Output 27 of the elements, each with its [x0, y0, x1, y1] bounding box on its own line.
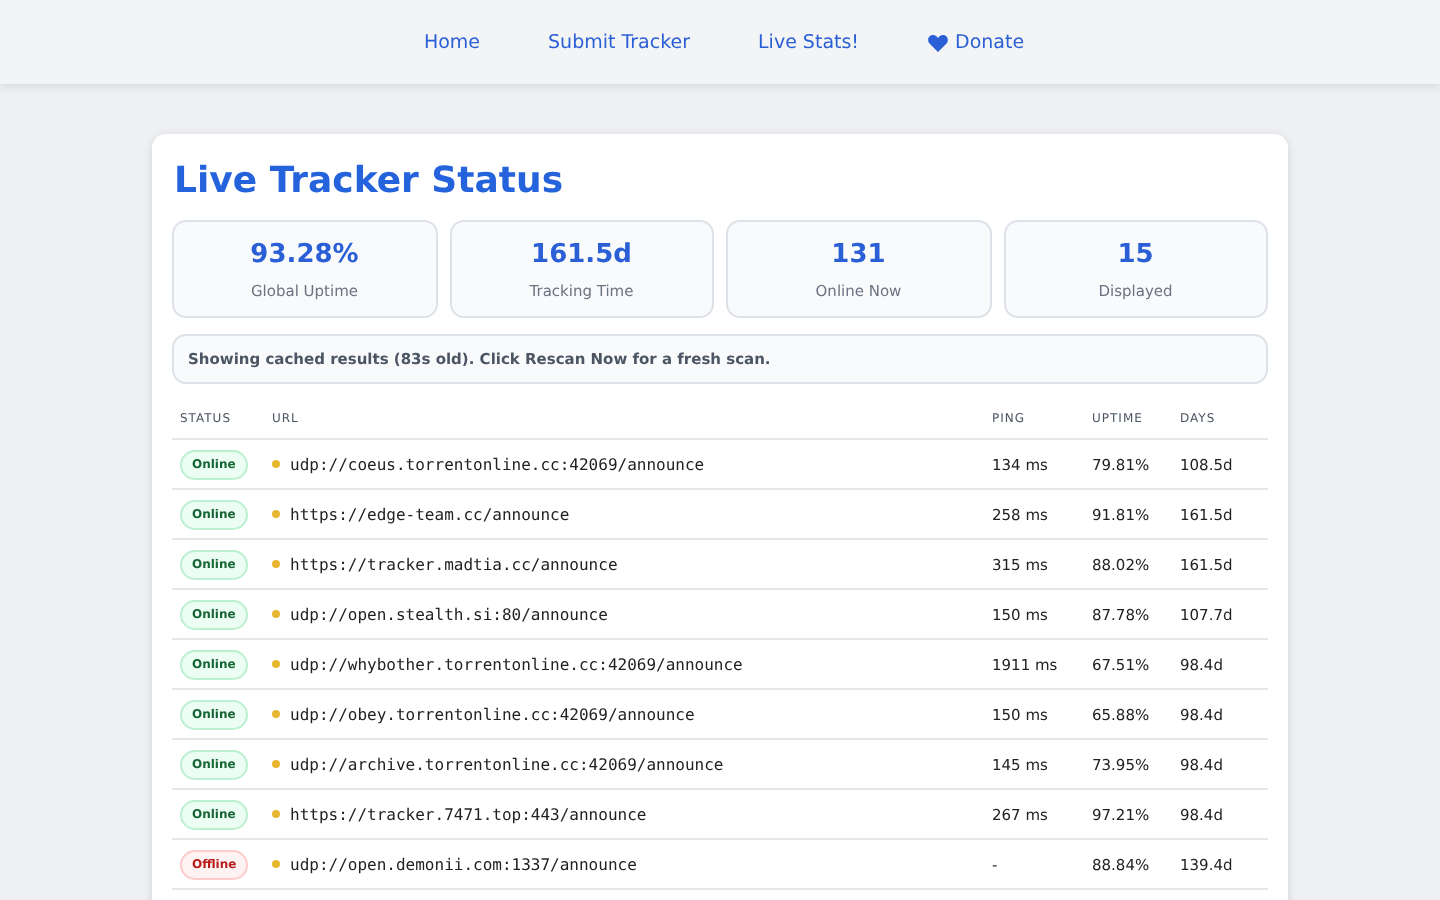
dot-icon [272, 860, 280, 868]
tracker-url: udp://obey.torrentonline.cc:42069/announce [290, 705, 695, 723]
nav-link[interactable]: Live Stats! [758, 31, 859, 53]
dot-icon [272, 760, 280, 768]
tracker-url: https://edge-team.cc/announce [290, 505, 570, 523]
nav-link[interactable]: Donate [927, 31, 1025, 53]
page-title: Live Tracker Status [174, 160, 566, 202]
tracker-url: https://tracker.7471.top:443/announce [290, 805, 647, 823]
tracker-url: udp://open.demonii.com:1337/announce [290, 855, 637, 873]
stat-value: 15 [1117, 239, 1154, 269]
tracker-url: udp://coeus.torrentonline.cc:42069/announce [290, 455, 705, 473]
tracker-url: https://tracker.madtia.cc/announce [290, 555, 618, 573]
dot-icon [272, 810, 280, 818]
stat-value: 161.5d [531, 239, 632, 269]
dot-icon [272, 610, 280, 618]
dot-icon [272, 460, 280, 468]
nav-link[interactable]: Home [423, 31, 481, 53]
tracker-url: udp://whybother.torrentonline.cc:42069/announce [290, 655, 743, 673]
dot-icon [272, 660, 280, 668]
dot-icon [272, 510, 280, 518]
tracker-url: udp://open.stealth.si:80/announce [290, 605, 608, 623]
dot-icon [272, 560, 280, 568]
dot-icon [272, 710, 280, 718]
tracker-url: udp://archive.torrentonline.cc:42069/announce [290, 755, 724, 773]
nav-link[interactable]: Submit Tracker [548, 31, 691, 53]
stat-value: 131 [831, 239, 886, 269]
stat-value: 93.28% [250, 239, 359, 269]
